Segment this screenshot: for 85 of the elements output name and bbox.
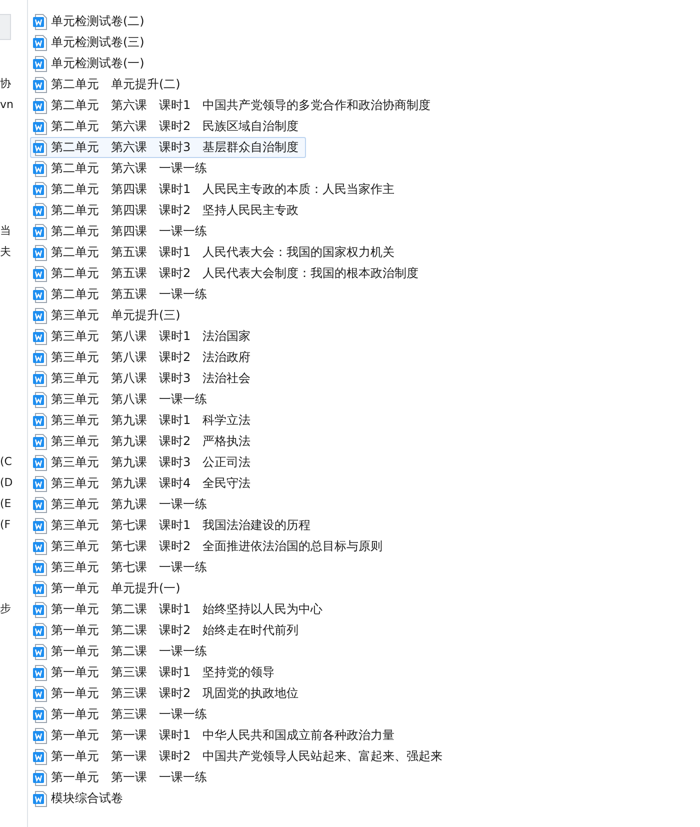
file-item[interactable]: 第二单元 第四课 课时2 坚持人民民主专政 [30, 200, 306, 221]
file-item[interactable]: 第二单元 第五课 一课一练 [30, 284, 214, 305]
document-icon [33, 434, 47, 450]
file-item[interactable]: 第三单元 第九课 课时2 严格执法 [30, 431, 258, 452]
side-panel-text: vn [0, 98, 14, 112]
document-icon [33, 706, 47, 722]
side-panel-text: 协 [0, 77, 11, 91]
document-icon [33, 476, 47, 492]
file-item[interactable]: 第二单元 第六课 课时3 基层群众自治制度 [30, 137, 306, 158]
document-icon [33, 350, 47, 366]
file-item[interactable]: 第三单元 第八课 课时3 法治社会 [30, 368, 258, 389]
document-icon [33, 328, 47, 344]
document-icon [33, 602, 47, 618]
document-icon [33, 140, 47, 156]
document-icon [33, 308, 47, 324]
file-item[interactable]: 第三单元 第八课 一课一练 [30, 389, 214, 410]
file-item[interactable]: 第三单元 第八课 课时2 法治政府 [30, 347, 258, 368]
document-icon [33, 580, 47, 596]
file-item[interactable]: 第二单元 第四课 一课一练 [30, 221, 214, 242]
document-icon [33, 266, 47, 282]
document-icon [33, 538, 47, 554]
document-icon [33, 454, 47, 470]
document-icon [33, 224, 47, 240]
file-item[interactable]: 第一单元 第一课 课时2 中国共产党领导人民站起来、富起来、强起来 [30, 746, 450, 767]
file-item[interactable]: 第二单元 第四课 课时1 人民民主专政的本质：人民当家作主 [30, 179, 402, 200]
document-icon [33, 412, 47, 428]
file-item[interactable]: 第三单元 第九课 课时1 科学立法 [30, 410, 258, 431]
file-item[interactable]: 第一单元 第一课 课时1 中华人民共和国成立前各种政治力量 [30, 725, 402, 746]
document-icon [33, 370, 47, 386]
file-item[interactable]: 第一单元 第二课 课时1 始终坚持以人民为中心 [30, 599, 330, 620]
file-item[interactable]: 第二单元 第六课 课时2 民族区域自治制度 [30, 116, 306, 137]
file-item[interactable]: 第一单元 第三课 课时1 坚持党的领导 [30, 662, 282, 683]
document-icon [33, 748, 47, 764]
file-item[interactable]: 第三单元 单元提升(三) [30, 305, 188, 326]
side-panel-text: (D [0, 476, 13, 490]
file-item[interactable]: 第三单元 第九课 课时4 全民守法 [30, 473, 258, 494]
document-icon [33, 118, 47, 134]
document-icon [33, 392, 47, 408]
document-icon [33, 56, 47, 72]
file-item[interactable]: 第三单元 第九课 课时3 公正司法 [30, 452, 258, 473]
side-panel-text: 步 [0, 602, 11, 616]
document-icon [33, 664, 47, 680]
file-item[interactable]: 单元检测试卷(一) [30, 53, 152, 74]
file-item[interactable]: 第一单元 第三课 课时2 巩固党的执政地位 [30, 683, 306, 704]
document-icon [33, 244, 47, 260]
document-icon [33, 202, 47, 218]
file-item[interactable]: 第二单元 第六课 一课一练 [30, 158, 214, 179]
file-item[interactable]: 第二单元 第五课 课时2 人民代表大会制度：我国的根本政治制度 [30, 263, 426, 284]
document-icon [33, 14, 47, 30]
document-icon [33, 686, 47, 702]
file-item[interactable]: 第二单元 第五课 课时1 人民代表大会：我国的国家权力机关 [30, 242, 402, 263]
file-item[interactable]: 第一单元 第三课 一课一练 [30, 704, 214, 725]
document-icon [33, 560, 47, 576]
file-item[interactable]: 单元检测试卷(三) [30, 32, 152, 53]
document-icon [33, 496, 47, 512]
file-item[interactable]: 第三单元 第七课 课时1 我国法治建设的历程 [30, 515, 318, 536]
file-item[interactable]: 第一单元 第二课 课时2 始终走在时代前列 [30, 620, 306, 641]
file-item[interactable]: 第二单元 第六课 课时1 中国共产党领导的多党合作和政治协商制度 [30, 95, 438, 116]
document-icon [33, 518, 47, 534]
file-item[interactable]: 第三单元 第八课 课时1 法治国家 [30, 326, 258, 347]
document-icon [33, 728, 47, 744]
side-panel-text: (F [0, 518, 11, 532]
document-icon [33, 622, 47, 638]
document-icon [33, 160, 47, 176]
document-icon [33, 76, 47, 92]
file-item[interactable]: 单元检测试卷(二) [30, 11, 152, 32]
file-item[interactable]: 第二单元 单元提升(二) [30, 74, 188, 95]
file-item[interactable]: 第一单元 第一课 一课一练 [30, 767, 214, 788]
document-icon [33, 98, 47, 114]
side-panel-text: 当 [0, 224, 11, 238]
file-item[interactable]: 第三单元 第七课 课时2 全面推进依法治国的总目标与原则 [30, 536, 390, 557]
document-icon [33, 790, 47, 806]
document-icon [33, 770, 47, 786]
document-icon [33, 34, 47, 50]
file-item[interactable]: 第三单元 第九课 一课一练 [30, 494, 214, 515]
side-panel-text: (C [0, 455, 12, 469]
document-icon [33, 182, 47, 198]
file-item[interactable]: 第三单元 第七课 一课一练 [30, 557, 214, 578]
document-icon [33, 644, 47, 660]
document-icon [33, 286, 47, 302]
file-item[interactable]: 第一单元 第二课 一课一练 [30, 641, 214, 662]
side-panel-text: 夫 [0, 245, 11, 259]
file-item[interactable]: 第一单元 单元提升(一) [30, 578, 188, 599]
file-item[interactable]: 模块综合试卷 [30, 788, 130, 809]
side-panel-text: (E [0, 497, 12, 511]
